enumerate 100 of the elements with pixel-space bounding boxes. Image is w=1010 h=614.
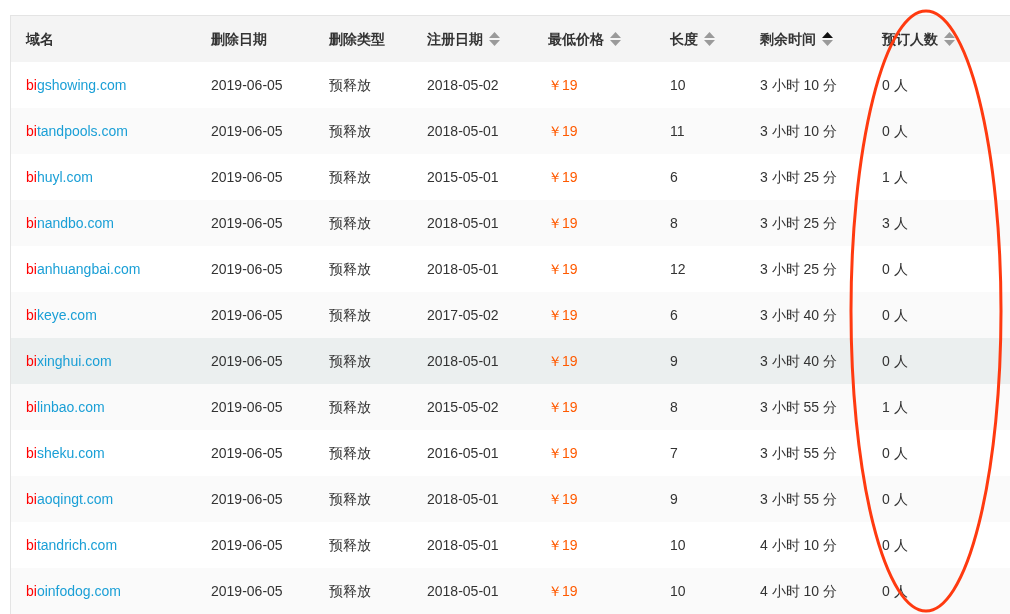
remaining-time-cell: 3 小时 25 分 (760, 169, 838, 185)
length-cell: 9 (670, 353, 678, 369)
delete-date-cell: 2019-06-05 (211, 445, 283, 461)
table-row[interactable]: bitandpools.com 2019-06-05 预释放 2018-05-01 ￥19 11 3 小时 10 分 0 人 (11, 108, 1010, 154)
remaining-time-cell: 3 小时 55 分 (760, 399, 838, 415)
domain-link[interactable]: biaoqingt.com (26, 491, 114, 507)
price-cell: ￥19 (548, 491, 578, 507)
reservation-count-cell: 0 人 (882, 77, 908, 93)
delete-type-cell: 预释放 (329, 77, 371, 93)
price-cell: ￥19 (548, 399, 578, 415)
domain-link[interactable]: bigshowing.com (26, 77, 127, 93)
registration-date-cell: 2016-05-01 (427, 445, 499, 461)
delete-date-cell: 2019-06-05 (211, 261, 283, 277)
reservation-count-cell: 0 人 (882, 353, 908, 369)
domain-link[interactable]: bianhuangbai.com (26, 261, 141, 277)
column-header[interactable]: 长度 (670, 28, 698, 50)
reservation-count-cell: 1 人 (882, 399, 908, 415)
table-row[interactable]: bixinghui.com 2019-06-05 预释放 2018-05-01 ￥19 9 3 小时 40 分 0 人 (11, 338, 1010, 384)
delete-type-cell: 预释放 (329, 215, 371, 231)
column-header[interactable]: 剩余时间 (760, 28, 816, 50)
column-header[interactable]: 最低价格 (548, 28, 604, 50)
reservation-count-cell: 0 人 (882, 123, 908, 139)
price-cell: ￥19 (548, 215, 578, 231)
length-cell: 8 (670, 399, 678, 415)
remaining-time-cell: 3 小时 25 分 (760, 261, 838, 277)
column-header: 删除日期 (211, 29, 267, 49)
reservation-count-cell: 3 人 (882, 215, 908, 231)
remaining-time-cell: 3 小时 40 分 (760, 307, 838, 323)
registration-date-cell: 2017-05-02 (427, 307, 499, 323)
domain-link[interactable]: bilinbao.com (26, 399, 105, 415)
domain-link[interactable]: binandbo.com (26, 215, 114, 231)
delete-type-cell: 预释放 (329, 123, 371, 139)
delete-type-cell: 预释放 (329, 445, 371, 461)
column-header: 域名 (26, 29, 54, 49)
delete-date-cell: 2019-06-05 (211, 123, 283, 139)
registration-date-cell: 2018-05-01 (427, 215, 499, 231)
length-cell: 6 (670, 307, 678, 323)
delete-date-cell: 2019-06-05 (211, 399, 283, 415)
domain-link[interactable]: bitandrich.com (26, 537, 118, 553)
registration-date-cell: 2018-05-01 (427, 491, 499, 507)
column-header[interactable]: 注册日期 (427, 28, 483, 50)
registration-date-cell: 2015-05-02 (427, 399, 499, 415)
reservation-count-cell: 0 人 (882, 261, 908, 277)
length-cell: 12 (670, 261, 686, 277)
length-cell: 10 (670, 77, 686, 93)
remaining-time-cell: 3 小时 40 分 (760, 353, 838, 369)
remaining-time-cell: 4 小时 10 分 (760, 583, 838, 599)
delete-type-cell: 预释放 (329, 537, 371, 553)
domain-link[interactable]: bikeye.com (26, 307, 97, 323)
delete-date-cell: 2019-06-05 (211, 583, 283, 599)
delete-type-cell: 预释放 (329, 491, 371, 507)
delete-type-cell: 预释放 (329, 399, 371, 415)
length-cell: 8 (670, 215, 678, 231)
table-row[interactable]: bilinbao.com 2019-06-05 预释放 2015-05-02 ￥19 8 3 小时 55 分 1 人 (11, 384, 1010, 430)
length-cell: 11 (670, 123, 685, 139)
delete-type-cell: 预释放 (329, 307, 371, 323)
remaining-time-cell: 3 小时 10 分 (760, 77, 838, 93)
table-row[interactable]: bikeye.com 2019-06-05 预释放 2017-05-02 ￥19 6 3 小时 40 分 0 人 (11, 292, 1010, 338)
price-cell: ￥19 (548, 123, 578, 139)
remaining-time-cell: 3 小时 55 分 (760, 491, 838, 507)
delete-type-cell: 预释放 (329, 261, 371, 277)
delete-date-cell: 2019-06-05 (211, 307, 283, 323)
sort-icon[interactable] (822, 32, 833, 46)
delete-type-cell: 预释放 (329, 583, 371, 599)
length-cell: 6 (670, 169, 678, 185)
remaining-time-cell: 3 小时 55 分 (760, 445, 838, 461)
length-cell: 10 (670, 537, 686, 553)
delete-date-cell: 2019-06-05 (211, 353, 283, 369)
delete-date-cell: 2019-06-05 (211, 169, 283, 185)
remaining-time-cell: 3 小时 10 分 (760, 123, 838, 139)
domain-link[interactable]: bihuyl.com (26, 169, 93, 185)
delete-date-cell: 2019-06-05 (211, 77, 283, 93)
reservation-count-cell: 0 人 (882, 307, 908, 323)
price-cell: ￥19 (548, 537, 578, 553)
price-cell: ￥19 (548, 261, 578, 277)
reservation-count-cell: 0 人 (882, 445, 908, 461)
domain-link[interactable]: bisheku.com (26, 445, 105, 461)
price-cell: ￥19 (548, 445, 578, 461)
length-cell: 10 (670, 583, 686, 599)
column-header: 删除类型 (329, 29, 385, 49)
table-row[interactable]: biaoqingt.com 2019-06-05 预释放 2018-05-01 ￥19 9 3 小时 55 分 0 人 (11, 476, 1010, 522)
delete-type-cell: 预释放 (329, 169, 371, 185)
delete-date-cell: 2019-06-05 (211, 537, 283, 553)
reservation-count-cell: 1 人 (882, 169, 908, 185)
price-cell: ￥19 (548, 169, 578, 185)
registration-date-cell: 2018-05-01 (427, 353, 499, 369)
length-cell: 9 (670, 491, 678, 507)
price-cell: ￥19 (548, 77, 578, 93)
table-row[interactable]: binandbo.com 2019-06-05 预释放 2018-05-01 ￥19 8 3 小时 25 分 3 人 (11, 200, 1010, 246)
length-cell: 7 (670, 445, 678, 461)
delete-date-cell: 2019-06-05 (211, 491, 283, 507)
remaining-time-cell: 3 小时 25 分 (760, 215, 838, 231)
delete-type-cell: 预释放 (329, 353, 371, 369)
price-cell: ￥19 (548, 307, 578, 323)
domain-link[interactable]: bioinfodog.com (26, 583, 121, 599)
registration-date-cell: 2018-05-01 (427, 123, 499, 139)
price-cell: ￥19 (548, 583, 578, 599)
registration-date-cell: 2015-05-01 (427, 169, 499, 185)
registration-date-cell: 2018-05-02 (427, 77, 499, 93)
domain-link[interactable]: bitandpools.com (26, 123, 128, 139)
